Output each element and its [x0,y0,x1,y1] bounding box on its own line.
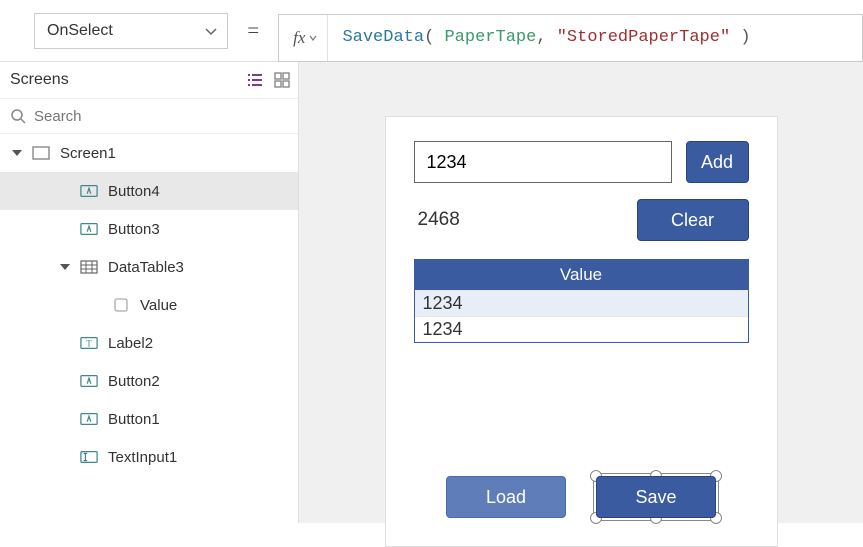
tree-item-button4[interactable]: Button4 [0,172,298,210]
tree-item-label: Screen1 [60,145,116,162]
grid-view-icon[interactable] [274,72,290,88]
tree-item-label: Label2 [108,335,153,352]
property-name: OnSelect [47,22,113,40]
tree-item-label: Value [140,297,177,314]
tree-item-value[interactable]: Value [0,286,298,324]
datatable-icon [80,259,98,275]
tree-view: Screen1 Button4 Button3 DataTable3 Value T Lab… [0,134,298,523]
label-icon: T [80,335,98,351]
tree-list-icon[interactable] [246,72,264,88]
expand-icon[interactable] [60,264,70,270]
button-icon [80,411,98,427]
equals-sign: = [246,18,260,43]
table-row[interactable]: 1234 [415,290,748,316]
screen-icon [32,145,50,161]
tree-item-button1[interactable]: Button1 [0,400,298,438]
tree-item-label: Button3 [108,221,160,238]
property-dropdown[interactable]: OnSelect [34,13,228,49]
sum-label: 2468 [414,209,460,231]
button-icon [80,183,98,199]
save-button-selected[interactable]: Save [596,476,716,518]
data-table[interactable]: Value 12341234 [414,259,749,343]
text-input-value[interactable] [414,141,672,183]
chevron-down-icon [205,25,217,37]
tree-item-label: DataTable3 [108,259,184,276]
load-button[interactable]: Load [446,476,566,518]
save-button[interactable]: Save [596,476,716,518]
button-icon [80,373,98,389]
tree-item-label2[interactable]: T Label2 [0,324,298,362]
tree-item-textinput1[interactable]: TextInput1 [0,438,298,476]
svg-text:T: T [86,339,92,349]
search-row [0,98,298,134]
formula-bar: OnSelect = fx SaveData( PaperTape, "Stor… [0,0,863,62]
add-button[interactable]: Add [686,141,749,183]
column-icon [112,297,130,313]
tree-item-label: Button1 [108,411,160,428]
search-input[interactable] [34,108,288,125]
canvas[interactable]: Add 2468 Clear Value 12341234 Load Save [299,62,863,523]
formula-input[interactable]: fx SaveData( PaperTape, "StoredPaperTape… [278,14,863,62]
tree-view-panel: Screens Screen1 Button4 Button3 DataTable3 V… [0,62,299,523]
table-row[interactable]: 1234 [415,316,748,342]
tree-item-label: Button4 [108,183,160,200]
tree-item-label: TextInput1 [108,449,177,466]
button-icon [80,221,98,237]
expand-icon[interactable] [12,150,22,156]
clear-button[interactable]: Clear [637,199,749,241]
table-header[interactable]: Value [415,260,748,290]
search-icon [10,108,26,124]
tree-item-button3[interactable]: Button3 [0,210,298,248]
textinput-icon [80,449,98,465]
tree-item-datatable3[interactable]: DataTable3 [0,248,298,286]
chevron-down-icon [309,34,317,42]
app-screen[interactable]: Add 2468 Clear Value 12341234 Load Save [385,116,778,547]
tree-item-screen1[interactable]: Screen1 [0,134,298,172]
tree-item-button2[interactable]: Button2 [0,362,298,400]
formula-text[interactable]: SaveData( PaperTape, "StoredPaperTape" ) [328,28,764,47]
tree-item-label: Button2 [108,373,160,390]
sidebar-header: Screens [0,62,298,98]
sidebar-title: Screens [10,71,69,89]
fx-label[interactable]: fx [279,15,328,61]
